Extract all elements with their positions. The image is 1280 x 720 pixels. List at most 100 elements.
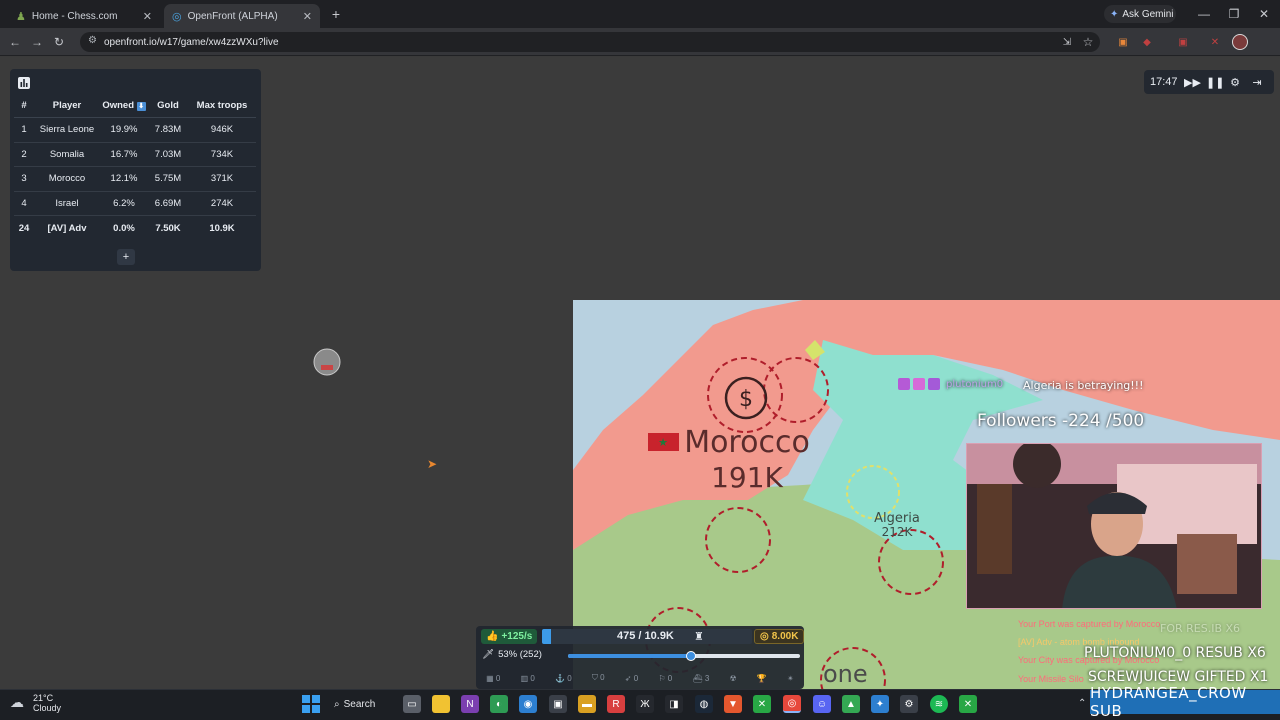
row-gold: 7.83M bbox=[148, 117, 188, 143]
weather-temp: 21°C bbox=[33, 693, 54, 703]
subscriber-alert-bar: HYDRANGEA_CROW SUB bbox=[1090, 684, 1280, 720]
slider-handle[interactable] bbox=[686, 651, 696, 661]
header-gold[interactable]: Gold bbox=[148, 100, 188, 118]
brave-icon[interactable]: ▼ bbox=[724, 695, 742, 713]
install-app-icon[interactable]: ⇲ bbox=[1058, 33, 1076, 51]
build-count: 0 bbox=[567, 673, 572, 683]
minimize-window-icon[interactable]: — bbox=[1190, 4, 1218, 24]
extension-icon[interactable]: ◆ bbox=[1138, 33, 1156, 51]
ask-gemini-button[interactable]: ✦ Ask Gemini bbox=[1104, 5, 1176, 23]
leaderboard-row[interactable]: 2 Somalia 16.7% 7.03M 734K bbox=[14, 142, 256, 167]
morocco-troops-label: 191K bbox=[711, 461, 783, 494]
phone-link-icon[interactable]: ◐ bbox=[490, 695, 508, 713]
tab-openfront[interactable]: ◎ OpenFront (ALPHA) ✕ bbox=[164, 4, 320, 28]
leaderboard-row[interactable]: 4 Israel 6.2% 6.69M 274K bbox=[14, 191, 256, 216]
settings-gear-icon[interactable]: ⚙ bbox=[1228, 76, 1242, 89]
overlay-alert: Algeria is betraying!!! bbox=[1023, 379, 1144, 392]
spotify-icon[interactable]: ≋ bbox=[930, 695, 948, 713]
taskbar-search-label: Search bbox=[343, 698, 376, 710]
bar-chart-icon[interactable] bbox=[17, 76, 31, 90]
build-port-icon[interactable]: ⚓ 0 bbox=[555, 674, 572, 683]
extension-icon[interactable]: ✕ bbox=[1206, 33, 1224, 51]
header-rank[interactable]: # bbox=[14, 100, 34, 118]
gemini-app-icon[interactable]: ✦ bbox=[871, 695, 889, 713]
pause-icon[interactable]: ❚❚ bbox=[1206, 76, 1224, 89]
fast-forward-icon[interactable]: ▶▶ bbox=[1184, 76, 1201, 89]
store-icon[interactable]: ▣ bbox=[549, 695, 567, 713]
weather-widget[interactable]: 21°C Cloudy bbox=[33, 693, 61, 713]
settings-app-icon[interactable]: ⚙ bbox=[900, 695, 918, 713]
drive-icon[interactable]: ▲ bbox=[842, 695, 860, 713]
build-trophy-icon[interactable]: 🏆 bbox=[757, 674, 767, 683]
back-arrow-icon[interactable]: ← bbox=[6, 33, 24, 51]
webcam-image bbox=[967, 444, 1261, 608]
maximize-window-icon[interactable]: ❐ bbox=[1220, 4, 1248, 24]
leaderboard-row[interactable]: 3 Morocco 12.1% 5.75M 371K bbox=[14, 166, 256, 192]
file-explorer-icon[interactable]: ▬ bbox=[578, 695, 596, 713]
build-missile-icon[interactable]: ➶ 0 bbox=[625, 674, 638, 683]
sort-down-arrow-icon: ⬇ bbox=[136, 102, 146, 111]
game-controls: 17:47 ▶▶ ❚❚ ⚙ ⇥ bbox=[1144, 70, 1274, 94]
row-owned: 16.7% bbox=[100, 142, 148, 167]
build-defense-icon[interactable]: ⛉ 0 bbox=[592, 673, 605, 683]
app-icon[interactable]: Ж bbox=[636, 695, 654, 713]
gemini-star-icon: ✦ bbox=[1110, 8, 1119, 20]
search-icon: ⌕ bbox=[334, 698, 340, 710]
close-icon[interactable]: ✕ bbox=[303, 10, 312, 23]
onenote-icon[interactable]: N bbox=[461, 695, 479, 713]
profile-avatar[interactable] bbox=[1232, 34, 1248, 50]
row-troops: 371K bbox=[188, 166, 256, 192]
build-sam-icon[interactable]: ⚐ 0 bbox=[658, 674, 672, 683]
copilot-icon[interactable]: ◉ bbox=[519, 695, 537, 713]
row-gold: 7.03M bbox=[148, 142, 188, 167]
xbox-icon[interactable]: ✕ bbox=[753, 695, 771, 713]
attack-ratio-slider[interactable] bbox=[568, 651, 800, 661]
discord-icon[interactable]: ☺ bbox=[813, 695, 831, 713]
bookmark-star-icon[interactable]: ☆ bbox=[1079, 33, 1097, 51]
windows-start-icon[interactable] bbox=[302, 695, 320, 713]
chrome-icon[interactable]: ◎ bbox=[783, 695, 801, 713]
leaderboard-header-row: # Player Owned ⬇ Gold Max troops bbox=[14, 100, 256, 118]
site-info-icon[interactable]: ⚙ bbox=[88, 35, 97, 46]
close-window-icon[interactable]: ✕ bbox=[1250, 4, 1278, 24]
build-factory-icon[interactable]: ▥ 0 bbox=[521, 674, 535, 683]
mouse-cursor-icon: ➤ bbox=[427, 457, 438, 471]
app-icon[interactable]: R bbox=[607, 695, 625, 713]
new-tab-plus-icon[interactable]: + bbox=[328, 6, 344, 22]
header-player[interactable]: Player bbox=[34, 100, 100, 118]
close-icon[interactable]: ✕ bbox=[143, 10, 152, 23]
leaderboard-expand-button[interactable]: + bbox=[117, 249, 135, 265]
app-icon[interactable]: ◨ bbox=[665, 695, 683, 713]
troop-rate: +125/s bbox=[501, 631, 533, 642]
steam-icon[interactable]: ◍ bbox=[695, 695, 713, 713]
sticky-notes-icon[interactable] bbox=[432, 695, 450, 713]
row-rank: 3 bbox=[14, 166, 34, 192]
address-bar[interactable]: ⚙ openfront.io/w17/game/xw4zzWXu?live bbox=[80, 32, 1100, 52]
header-owned[interactable]: Owned ⬇ bbox=[100, 100, 148, 118]
extension-icon[interactable]: ▣ bbox=[1174, 33, 1192, 51]
forward-arrow-icon[interactable]: → bbox=[28, 33, 46, 51]
reload-icon[interactable]: ↻ bbox=[50, 33, 68, 51]
task-view-icon[interactable]: ▭ bbox=[403, 695, 421, 713]
exit-icon[interactable]: ⇥ bbox=[1250, 76, 1264, 89]
cloud-icon[interactable]: ☁ bbox=[10, 694, 24, 711]
extension-icon[interactable]: ▣ bbox=[1114, 33, 1132, 51]
leaderboard-row[interactable]: 1 Sierra Leone 19.9% 7.83M 946K bbox=[14, 117, 256, 143]
build-warship-icon[interactable]: ⛴ 3 bbox=[692, 674, 709, 683]
build-nuke-icon[interactable]: ☢ bbox=[730, 674, 737, 683]
tab-chess[interactable]: ♟ Home - Chess.com ✕ bbox=[8, 4, 160, 28]
slider-fill bbox=[568, 654, 691, 658]
header-max-troops[interactable]: Max troops bbox=[188, 100, 256, 118]
build-mirv-icon[interactable]: ✴ bbox=[787, 674, 794, 683]
unit-marker-icon[interactable] bbox=[312, 348, 342, 378]
tray-chevron-up-icon[interactable]: ⌃ bbox=[1078, 698, 1086, 709]
taskbar-search-button[interactable]: ⌕ Search bbox=[334, 695, 388, 713]
leaderboard-row-self[interactable]: 24 [AV] Adv 0.0% 7.50K 10.9K bbox=[14, 216, 256, 241]
gold-badge: ◎ 8.00K bbox=[754, 629, 805, 644]
tab-chess-title: Home - Chess.com bbox=[31, 10, 118, 22]
overlay-username: plutonium0 bbox=[946, 379, 1004, 390]
address-bar-url: openfront.io/w17/game/xw4zzWXu?live bbox=[104, 36, 279, 48]
build-city-icon[interactable]: ▦ 0 bbox=[486, 674, 500, 683]
xbox-game-bar-icon[interactable]: ✕ bbox=[959, 695, 977, 713]
build-count: 0 bbox=[495, 673, 501, 683]
